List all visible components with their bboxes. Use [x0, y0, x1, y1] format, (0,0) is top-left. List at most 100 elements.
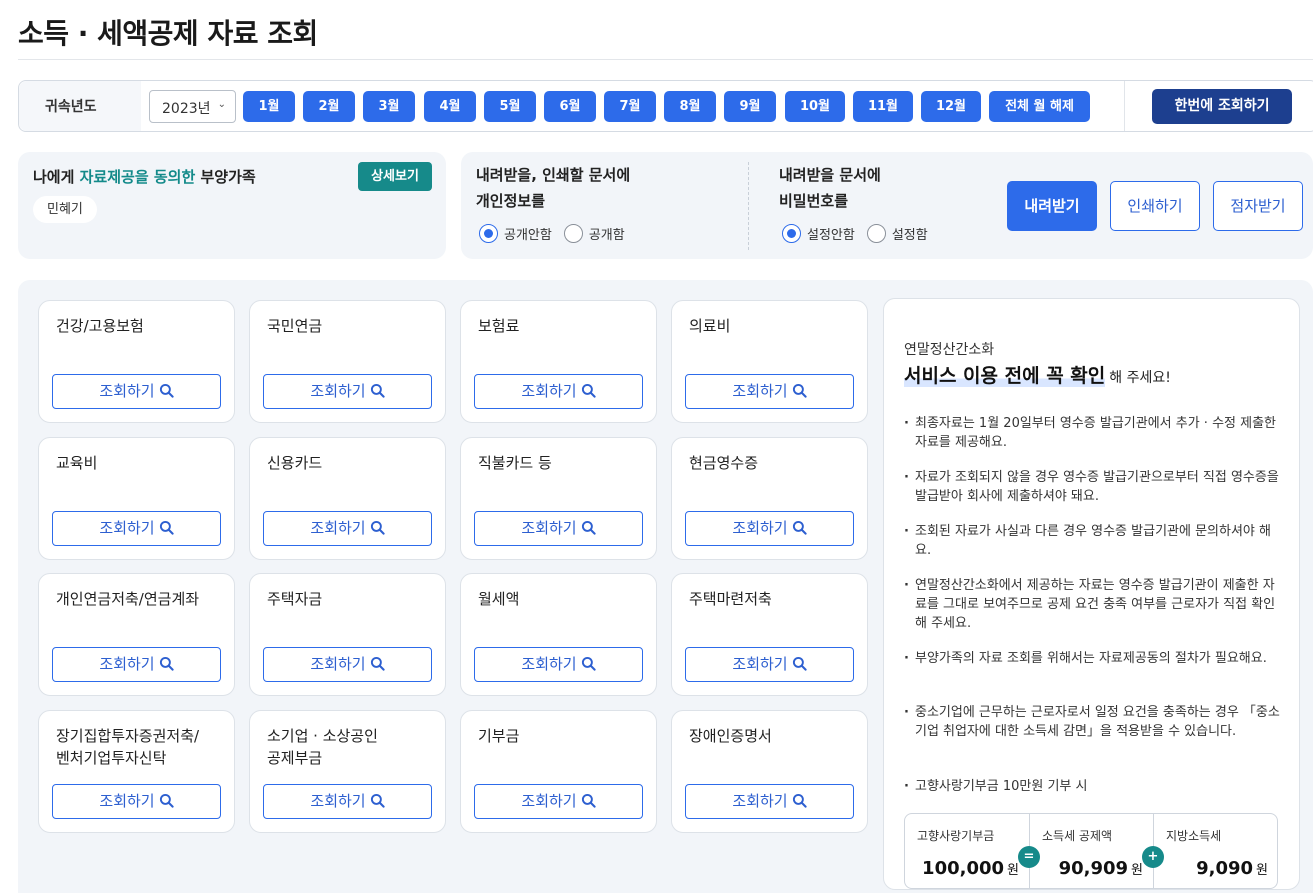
month-button-1[interactable]: 1월: [243, 91, 295, 122]
query-button-label: 조회하기: [310, 519, 366, 537]
radio-label: 공개안함: [504, 228, 552, 243]
month-button-5[interactable]: 5월: [484, 91, 536, 122]
query-button-label: 조회하기: [310, 382, 366, 400]
calc-label: 소득세 공제액: [1042, 829, 1113, 843]
category-label: 월세액: [478, 590, 520, 608]
query-button-label: 조회하기: [521, 655, 577, 673]
calc-label: 지방소득세: [1166, 829, 1222, 843]
category-card-debit-card: 직불카드 등조회하기: [460, 437, 657, 560]
category-label: 소기업 · 소상공인 공제부금: [267, 727, 378, 767]
search-icon: [159, 656, 174, 671]
info-bullet: 고향사랑기부금 10만원 기부 시: [904, 777, 1284, 796]
calc-unit: 원: [1131, 863, 1143, 878]
radio-password-off[interactable]: 설정안함: [782, 224, 855, 243]
dependents-title: 나에게 자료제공을 동의한 부양가족: [33, 166, 256, 187]
query-button-donation[interactable]: 조회하기: [474, 784, 643, 819]
category-label: 보험료: [478, 317, 520, 335]
year-select-value: 2023년: [162, 101, 211, 117]
search-icon: [581, 656, 596, 671]
query-button-personal-pension[interactable]: 조회하기: [52, 647, 221, 682]
radio-password-on[interactable]: 설정함: [866, 224, 928, 243]
query-button-label: 조회하기: [99, 655, 155, 673]
category-card-education-expense: 교육비 조회하기: [38, 437, 235, 560]
category-card-insurance-premium: 보험료조회하기: [460, 300, 657, 423]
calc-value: 9,090 원: [1196, 858, 1268, 879]
radio-unchecked-icon: [563, 224, 583, 243]
category-card-long-term-fund: 장기집합투자증권저축/ 벤처기업투자신탁조회하기: [38, 710, 235, 833]
info-bullet: 조회된 자료가 사실과 다른 경우 영수증 발급기관에 문의하셔야 해요.: [904, 522, 1284, 560]
category-label: 장기집합투자증권저축/ 벤처기업투자신탁: [56, 727, 200, 767]
category-card-personal-pension: 개인연금저축/연금계좌조회하기: [38, 573, 235, 696]
info-kicker: 연말정산간소화: [904, 342, 995, 358]
dependents-panel: 나에게 자료제공을 동의한 부양가족 상세보기 민혜기: [18, 152, 446, 259]
dependent-chip[interactable]: 민혜기: [33, 196, 97, 223]
category-card-small-business-mutual-aid: 소기업 · 소상공인 공제부금조회하기: [249, 710, 446, 833]
query-button-education-expense[interactable]: 조회하기: [52, 511, 221, 546]
month-button-6[interactable]: 6월: [544, 91, 596, 122]
query-button-label: 조회하기: [732, 792, 788, 810]
calc-number: 90,909: [1058, 858, 1129, 879]
query-button-disability-certificate[interactable]: 조회하기: [685, 784, 854, 819]
query-button-housing-savings[interactable]: 조회하기: [685, 647, 854, 682]
calc-unit: 원: [1007, 863, 1019, 878]
braille-button[interactable]: 점자받기: [1213, 181, 1303, 231]
search-icon: [792, 656, 807, 671]
info-headline-main: 서비스 이용 전에 꼭 확인: [904, 365, 1106, 387]
month-button-10[interactable]: 10월: [785, 91, 845, 122]
query-button-label: 조회하기: [521, 519, 577, 537]
month-button-2[interactable]: 2월: [303, 91, 355, 122]
query-button-label: 조회하기: [310, 655, 366, 673]
month-button-7[interactable]: 7월: [604, 91, 656, 122]
info-bullet: 중소기업에 근무하는 근로자로서 일정 요건을 충족하는 경우 「중소기업 취업…: [904, 703, 1284, 741]
detail-view-button[interactable]: 상세보기: [358, 162, 432, 191]
month-button-12[interactable]: 12월: [921, 91, 981, 122]
category-label: 건강/고용보험: [56, 317, 144, 335]
search-icon: [159, 383, 174, 398]
radio-unchecked-icon: [866, 224, 886, 243]
radio-label: 설정안함: [807, 228, 855, 243]
query-button-housing-fund[interactable]: 조회하기: [263, 647, 432, 682]
query-all-button[interactable]: 한번에 조회하기: [1152, 89, 1292, 124]
download-options-panel: 내려받을, 인쇄할 문서에 개인정보를 공개안함 공개함 내려받을 문서에 비밀…: [461, 152, 1313, 259]
deselect-all-months-button[interactable]: 전체 월 해제: [989, 91, 1090, 122]
query-button-health-employment-insurance[interactable]: 조회하기: [52, 374, 221, 409]
month-button-3[interactable]: 3월: [363, 91, 415, 122]
query-button-cash-receipt[interactable]: 조회하기: [685, 511, 854, 546]
title-divider: [18, 59, 1313, 60]
month-button-8[interactable]: 8월: [664, 91, 716, 122]
calc-col-income-tax: 소득세 공제액 90,909 원: [1030, 814, 1153, 888]
query-button-small-business-mutual-aid[interactable]: 조회하기: [263, 784, 432, 819]
query-button-national-pension[interactable]: 조회하기: [263, 374, 432, 409]
dependents-title-prefix: 나에게: [33, 168, 80, 186]
info-bullet: 자료가 조회되지 않을 경우 영수증 발급기관으로부터 직접 영수증을 발급받아…: [904, 468, 1284, 506]
query-button-long-term-fund[interactable]: 조회하기: [52, 784, 221, 819]
download-button[interactable]: 내려받기: [1007, 181, 1097, 231]
year-select[interactable]: 2023년 ⌄: [149, 90, 236, 123]
dependents-title-highlight: 자료제공을 동의한: [79, 168, 196, 186]
query-button-credit-card[interactable]: 조회하기: [263, 511, 432, 546]
category-label: 직불카드 등: [478, 454, 552, 472]
search-icon: [792, 383, 807, 398]
radio-personal-show[interactable]: 공개함: [563, 224, 625, 243]
month-button-9[interactable]: 9월: [724, 91, 776, 122]
category-card-health-employment-insurance: 건강/고용보험조회하기: [38, 300, 235, 423]
info-bullet: 부양가족의 자료 조회를 위해서는 자료제공동의 절차가 필요해요.: [904, 649, 1284, 668]
category-card-national-pension: 국민연금조회하기: [249, 300, 446, 423]
category-label: 기부금: [478, 727, 520, 745]
radio-personal-hide[interactable]: 공개안함: [479, 224, 552, 243]
category-label: 개인연금저축/연금계좌: [56, 590, 200, 608]
donation-calculation-box: 고향사랑기부금 100,000 원 = 소득세 공제액 90,909 원 + 지방소…: [904, 813, 1278, 889]
query-button-monthly-rent[interactable]: 조회하기: [474, 647, 643, 682]
search-icon: [370, 793, 385, 808]
query-button-debit-card[interactable]: 조회하기: [474, 511, 643, 546]
category-label: 국민연금: [267, 317, 323, 335]
query-button-label: 조회하기: [310, 792, 366, 810]
password-title-line1: 내려받을 문서에: [779, 166, 881, 184]
radio-checked-icon: [782, 224, 801, 243]
query-button-insurance-premium[interactable]: 조회하기: [474, 374, 643, 409]
month-button-11[interactable]: 11월: [853, 91, 913, 122]
query-button-medical-expense[interactable]: 조회하기: [685, 374, 854, 409]
month-button-4[interactable]: 4월: [424, 91, 476, 122]
calc-col-local-tax: 지방소득세 9,090 원: [1154, 814, 1278, 888]
print-button[interactable]: 인쇄하기: [1110, 181, 1200, 231]
